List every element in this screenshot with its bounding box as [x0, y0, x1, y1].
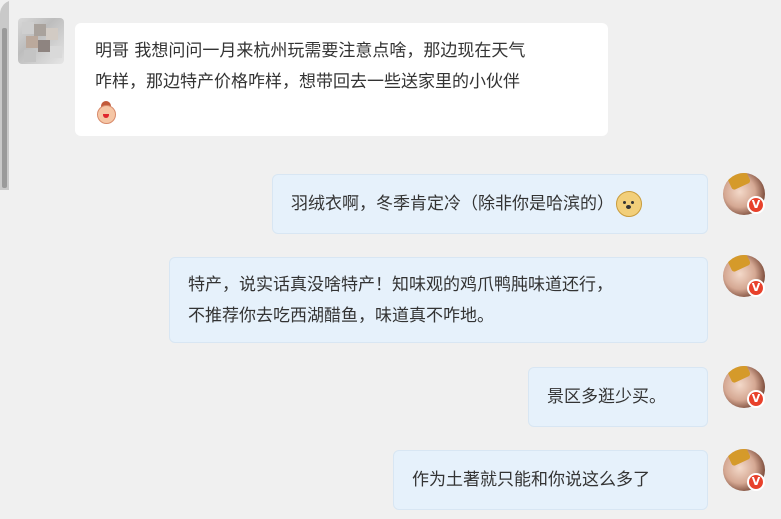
incoming-message-bubble[interactable]: 明哥 我想问问一月来杭州玩需要注意点啥，那边现在天气 咋样，那边特产价格咋样，想… — [75, 23, 608, 136]
outgoing-message-line-2a: 特产，说实话真没啥特产！知味观的鸡爪鸭肫味道还行， — [188, 275, 613, 295]
doge-emoji-icon — [616, 191, 642, 217]
outgoing-message-text-1: 羽绒衣啊，冬季肯定冷（除非你是哈滨的） — [291, 194, 614, 214]
baby-face-emoji-icon — [95, 101, 117, 125]
incoming-message-line-1: 明哥 我想问问一月来杭州玩需要注意点啥，那边现在天气 — [95, 41, 526, 61]
outgoing-message-bubble-2[interactable]: 特产，说实话真没啥特产！知味观的鸡爪鸭肫味道还行， 不推荐你去吃西湖醋鱼，味道真… — [169, 257, 708, 343]
outgoing-message-text-3: 景区多逛少买。 — [547, 387, 666, 407]
outgoing-message-text-4: 作为土著就只能和你说这么多了 — [412, 470, 650, 490]
incoming-message-line-2: 咋样，那边特产价格咋样，想带回去一些送家里的小伙伴 — [95, 72, 520, 92]
outgoing-message-bubble-3[interactable]: 景区多逛少买。 — [528, 367, 708, 427]
chat-window: 明哥 我想问问一月来杭州玩需要注意点啥，那边现在天气 咋样，那边特产价格咋样，想… — [0, 0, 781, 519]
outgoing-message-line-2b: 不推荐你去吃西湖醋鱼，味道真不咋地。 — [188, 306, 494, 326]
verified-badge-icon: V — [747, 196, 765, 214]
verified-badge-icon: V — [747, 390, 765, 408]
verified-badge-icon: V — [747, 279, 765, 297]
verified-badge-icon: V — [747, 473, 765, 491]
sender-avatar[interactable] — [18, 18, 64, 64]
outgoing-message-bubble-1[interactable]: 羽绒衣啊，冬季肯定冷（除非你是哈滨的） — [272, 174, 708, 234]
scrollbar-track[interactable] — [0, 0, 9, 190]
scrollbar-thumb[interactable] — [2, 28, 7, 188]
outgoing-message-bubble-4[interactable]: 作为土著就只能和你说这么多了 — [393, 450, 708, 510]
